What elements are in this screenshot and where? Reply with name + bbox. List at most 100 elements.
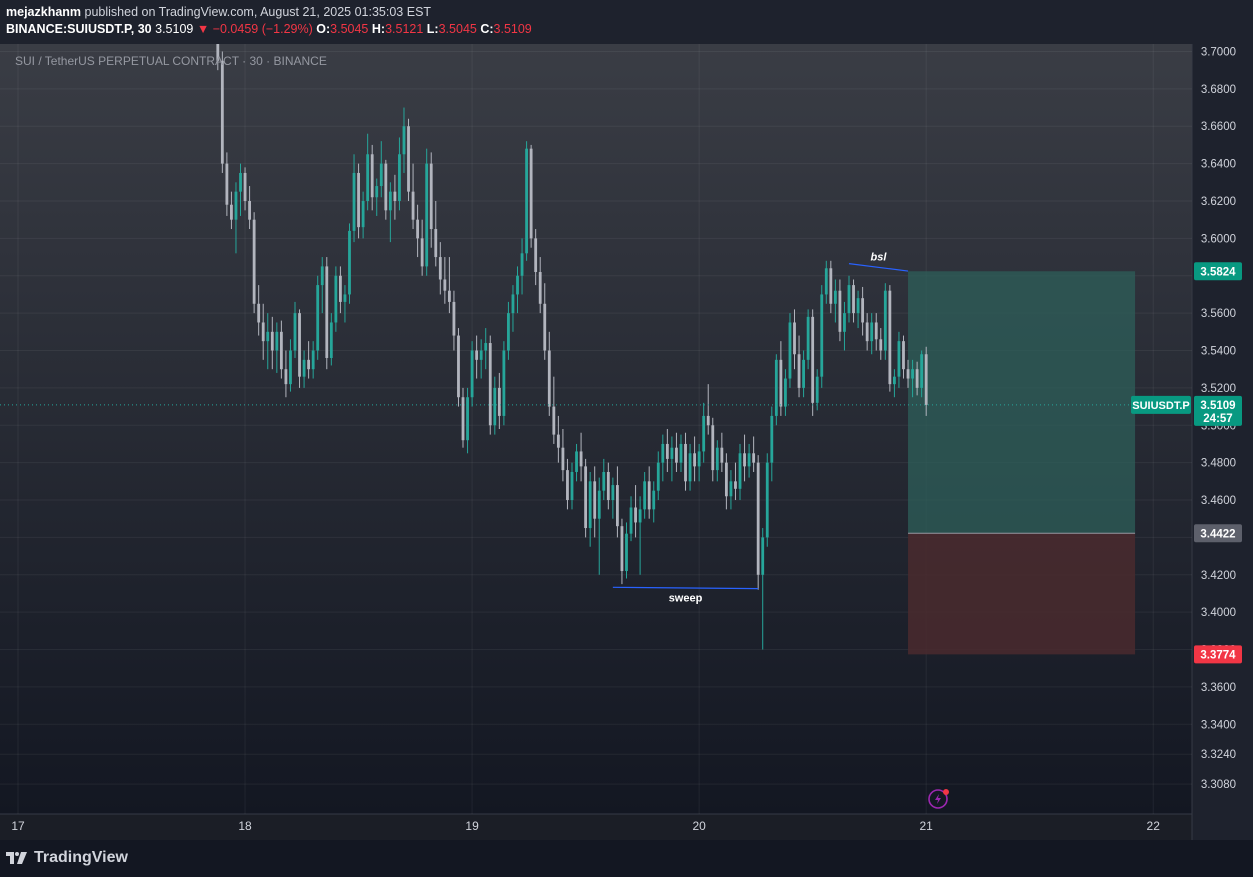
candle-body <box>279 331 283 370</box>
candle-body <box>606 471 610 501</box>
candle-body <box>357 172 360 228</box>
countdown-label: 24:57 <box>1203 413 1232 425</box>
candle-body <box>793 322 796 355</box>
candle-body <box>457 335 460 398</box>
candle-body <box>647 481 651 510</box>
tradingview-logo-icon <box>6 852 27 864</box>
candle-body <box>402 126 406 155</box>
price-tick-label: 3.5600 <box>1201 308 1236 320</box>
candle-body <box>706 415 710 426</box>
time-tick-label: 18 <box>238 819 252 833</box>
candle-body <box>552 406 556 435</box>
publish-line: mejazkhanm published on TradingView.com,… <box>6 5 431 19</box>
price-tick-label: 3.4200 <box>1201 570 1236 582</box>
candle-body <box>511 294 515 314</box>
candle-body <box>897 341 901 377</box>
candle <box>774 354 778 426</box>
candle-body <box>225 163 229 205</box>
close-label: C: <box>480 22 494 36</box>
candle-body <box>379 163 383 187</box>
candle-body <box>466 397 469 441</box>
candle-body <box>892 376 896 385</box>
candle <box>488 335 492 435</box>
candle-body <box>693 453 697 467</box>
candle <box>298 309 301 388</box>
candle-body <box>479 350 483 360</box>
time-tick-label: 19 <box>465 819 479 833</box>
candle <box>252 212 256 314</box>
target-zone <box>908 271 1136 534</box>
candle-body <box>829 268 833 304</box>
price-chart[interactable]: bslsweep 3.30803.32403.34003.36003.38003… <box>0 44 1253 840</box>
candle-body <box>484 343 488 351</box>
open-label: O: <box>316 22 331 36</box>
low-label: L: <box>426 22 439 36</box>
candle-body <box>879 339 883 351</box>
symbol-label: BINANCE:SUIUSDT.P, 30 <box>6 22 152 36</box>
candle <box>502 341 506 426</box>
candle <box>407 118 410 201</box>
candle-body <box>615 485 619 527</box>
tradingview-brand[interactable]: TradingView <box>6 849 128 867</box>
candle-body <box>416 219 420 239</box>
candle-body <box>270 331 274 351</box>
last-price-tag: 3.5109 <box>1200 400 1235 412</box>
candle-body <box>838 290 842 332</box>
candle-body <box>874 322 878 340</box>
author-name[interactable]: mejazkhanm <box>6 5 81 19</box>
candle-body <box>856 298 860 314</box>
candle-body <box>593 481 597 519</box>
annotation-label: bsl <box>871 252 888 264</box>
price-tick-label: 3.7000 <box>1201 46 1236 58</box>
candle-body <box>375 186 379 198</box>
candle-body <box>525 148 528 254</box>
candle-body <box>847 285 851 314</box>
candle-body <box>266 331 270 342</box>
time-tick-label: 22 <box>1147 819 1161 833</box>
candle-body <box>248 200 251 220</box>
published-text: published on TradingView.com, August 21,… <box>81 5 432 19</box>
candle-body <box>770 415 774 463</box>
price-tick-label: 3.6600 <box>1201 121 1236 133</box>
candle-body <box>493 387 497 426</box>
price-tick-label: 3.6800 <box>1201 84 1236 96</box>
candle-body <box>638 509 642 523</box>
candle-body <box>320 266 324 286</box>
candle-body <box>815 376 819 403</box>
candle-body <box>620 526 624 572</box>
candle-body <box>729 481 733 497</box>
candle-body <box>284 369 288 385</box>
candle-body <box>824 268 828 295</box>
candle-body <box>425 163 429 267</box>
candle-body <box>679 443 683 463</box>
candle-body <box>302 359 306 377</box>
candle-body <box>307 359 311 370</box>
candle-body <box>661 443 665 463</box>
candle-body <box>289 350 292 385</box>
candle-body <box>702 415 706 452</box>
candle-body <box>538 272 542 304</box>
candle-body <box>920 354 924 388</box>
annotation-label: sweep <box>669 592 703 604</box>
candle-body <box>398 154 401 201</box>
candle-body <box>611 485 615 501</box>
candle-body <box>311 350 315 370</box>
candle <box>525 141 528 261</box>
candle-body <box>556 434 560 448</box>
candle <box>348 223 351 304</box>
candle-body <box>629 507 633 534</box>
time-tick-label: 17 <box>11 819 25 833</box>
candle-body <box>883 290 887 351</box>
candle-body <box>252 219 256 304</box>
candle-body <box>334 275 338 323</box>
candle-body <box>584 466 588 529</box>
candle-body <box>861 298 865 323</box>
candle <box>220 51 224 173</box>
candle <box>765 453 769 547</box>
price-tick-label: 3.5200 <box>1201 383 1236 395</box>
price-tick-label: 3.4800 <box>1201 458 1236 470</box>
candle-body <box>298 313 301 377</box>
candle-body <box>752 453 756 463</box>
candle-body <box>579 451 583 467</box>
candle-body <box>670 447 674 459</box>
